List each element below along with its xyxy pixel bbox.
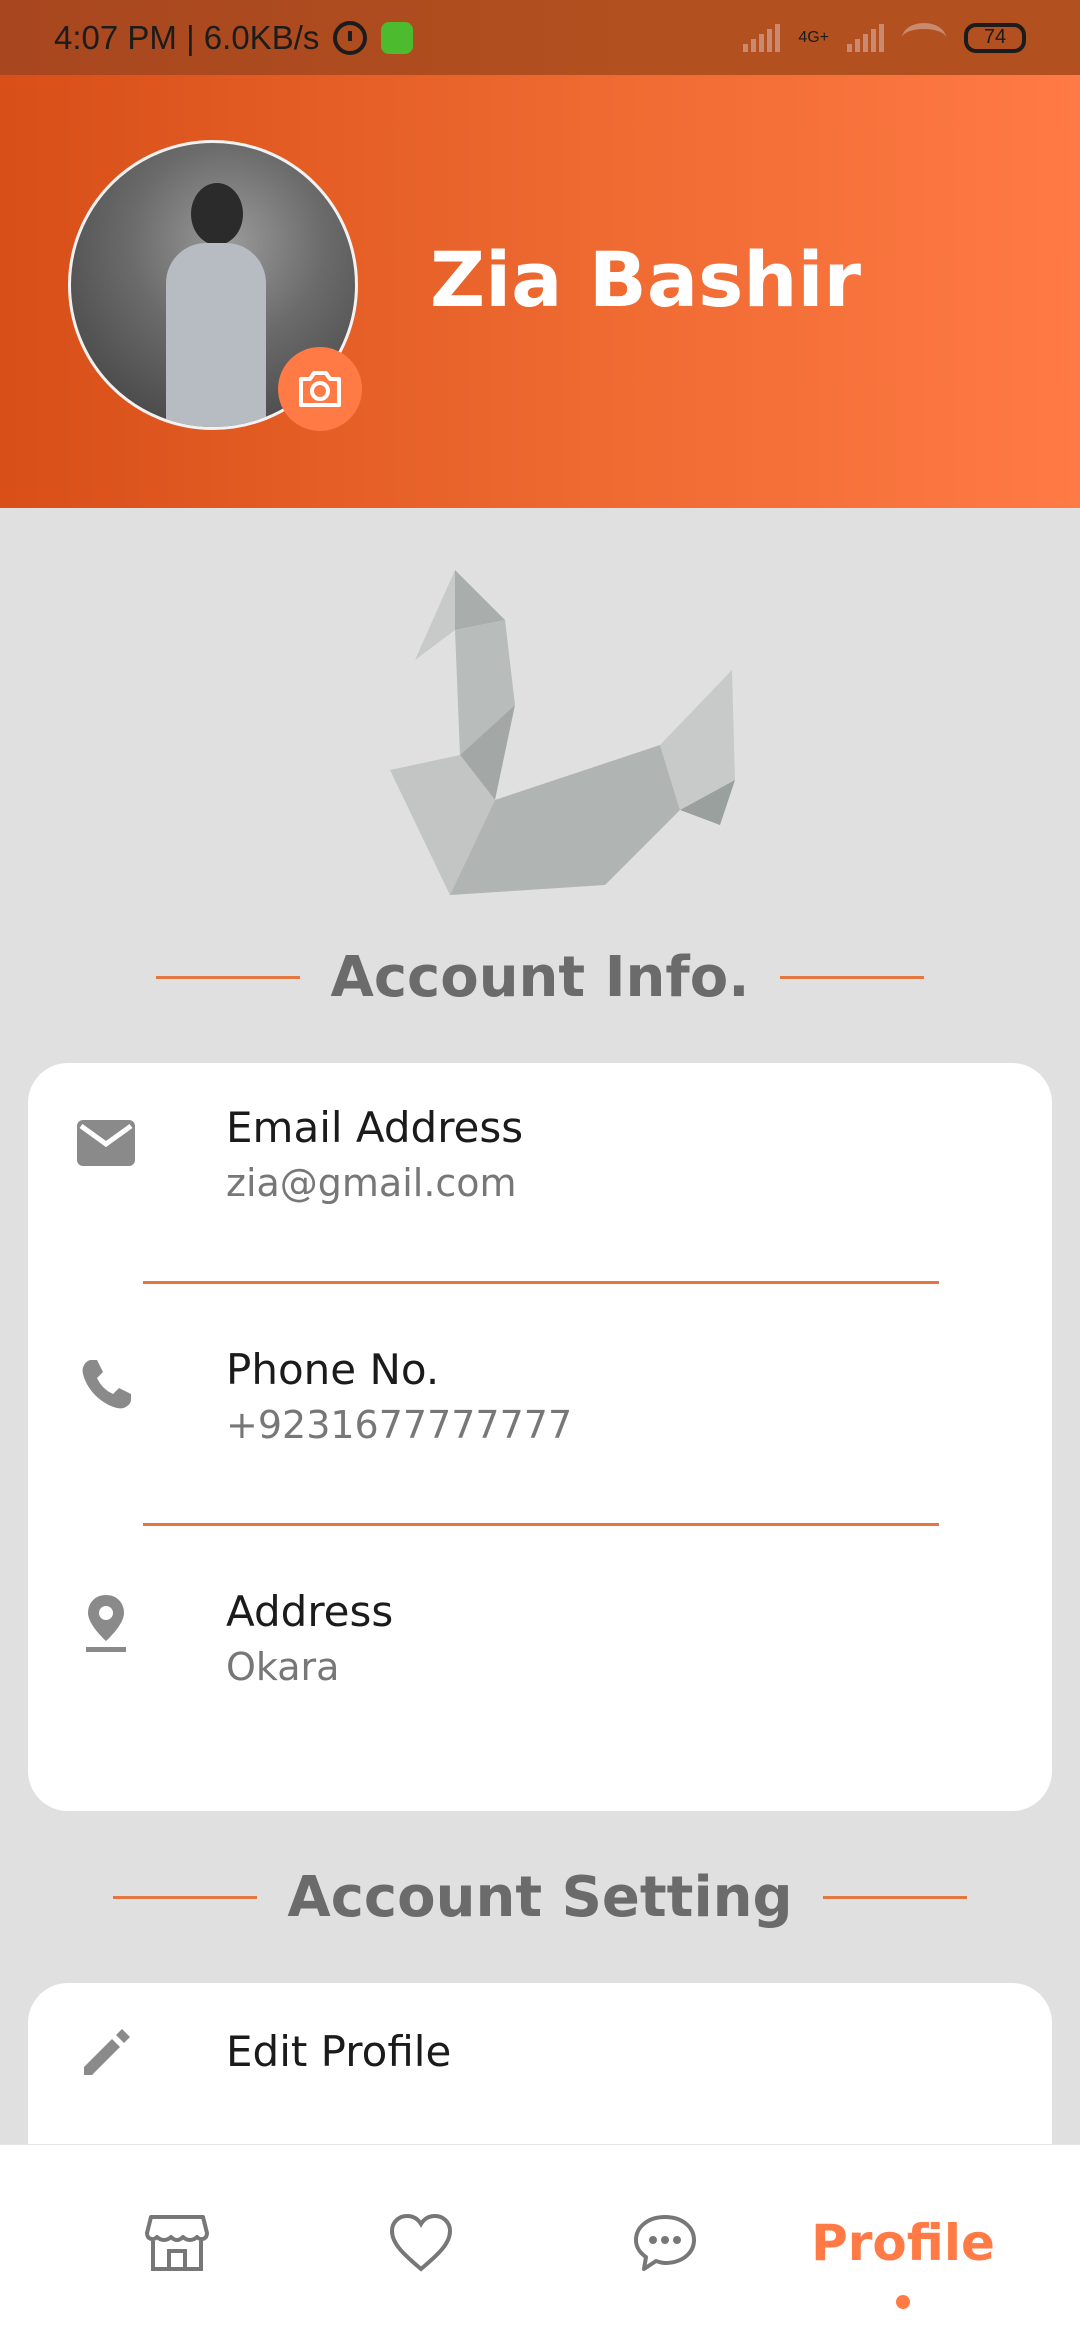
avatar-photo xyxy=(166,183,266,427)
location-pin-icon xyxy=(76,1593,136,1653)
account-info-heading: Account Info. xyxy=(0,942,1080,1012)
heading-rule-right xyxy=(779,975,924,979)
change-photo-button[interactable] xyxy=(278,347,362,431)
signal-icon xyxy=(743,23,781,52)
heart-icon xyxy=(389,2213,453,2272)
pencil-icon xyxy=(76,2023,136,2083)
email-row[interactable]: Email Address zia@gmail.com xyxy=(28,1103,1052,1263)
nav-store[interactable] xyxy=(42,2145,312,2340)
signal-icon-2 xyxy=(847,23,884,52)
nav-profile-label: Profile xyxy=(811,2214,995,2272)
chat-icon xyxy=(634,2215,696,2271)
profile-name: Zia Bashir xyxy=(430,235,861,324)
edit-profile-row[interactable]: Edit Profile xyxy=(28,2023,1052,2123)
battery-icon: 74 xyxy=(964,22,1026,53)
row-divider xyxy=(143,1281,939,1284)
email-value: zia@gmail.com xyxy=(226,1161,517,1205)
account-info-title: Account Info. xyxy=(330,944,750,1010)
nav-favorites[interactable] xyxy=(286,2145,556,2340)
mail-icon xyxy=(76,1113,136,1173)
email-label: Email Address xyxy=(226,1103,524,1152)
phone-value: +9231677777777 xyxy=(226,1403,573,1447)
status-bar: 4:07 PM | 6.0KB/s 4G+ 74 xyxy=(0,0,1080,75)
network-type-label: 4G+ xyxy=(798,28,829,46)
account-info-card: Email Address zia@gmail.com Phone No. +9… xyxy=(28,1063,1052,1811)
row-divider xyxy=(143,1523,939,1526)
nav-profile[interactable]: Profile xyxy=(768,2145,1038,2340)
wifi-icon xyxy=(902,22,946,53)
nav-chat[interactable] xyxy=(530,2145,800,2340)
active-tab-indicator xyxy=(896,2295,910,2309)
heading-rule-right xyxy=(822,1895,967,1899)
phone-icon xyxy=(76,1355,136,1415)
store-icon xyxy=(145,2215,209,2271)
bottom-navigation: Profile xyxy=(0,2144,1080,2340)
phone-label: Phone No. xyxy=(226,1345,440,1394)
address-row[interactable]: Address Okara xyxy=(28,1587,1052,1747)
battery-level: 74 xyxy=(983,26,1007,48)
profile-header: Zia Bashir xyxy=(0,75,1080,508)
address-label: Address xyxy=(226,1587,394,1636)
account-setting-title: Account Setting xyxy=(287,1864,793,1930)
app-notification-icon xyxy=(381,21,414,54)
edit-profile-label: Edit Profile xyxy=(226,2027,452,2076)
camera-icon xyxy=(299,371,341,407)
account-setting-heading: Account Setting xyxy=(0,1862,1080,1932)
heading-rule-left xyxy=(156,975,301,979)
swan-illustration xyxy=(390,570,735,895)
phone-row[interactable]: Phone No. +9231677777777 xyxy=(28,1345,1052,1505)
status-time-speed: 4:07 PM | 6.0KB/s xyxy=(54,18,320,56)
alarm-icon xyxy=(333,20,368,55)
address-value: Okara xyxy=(226,1645,340,1689)
heading-rule-left xyxy=(113,1895,258,1899)
